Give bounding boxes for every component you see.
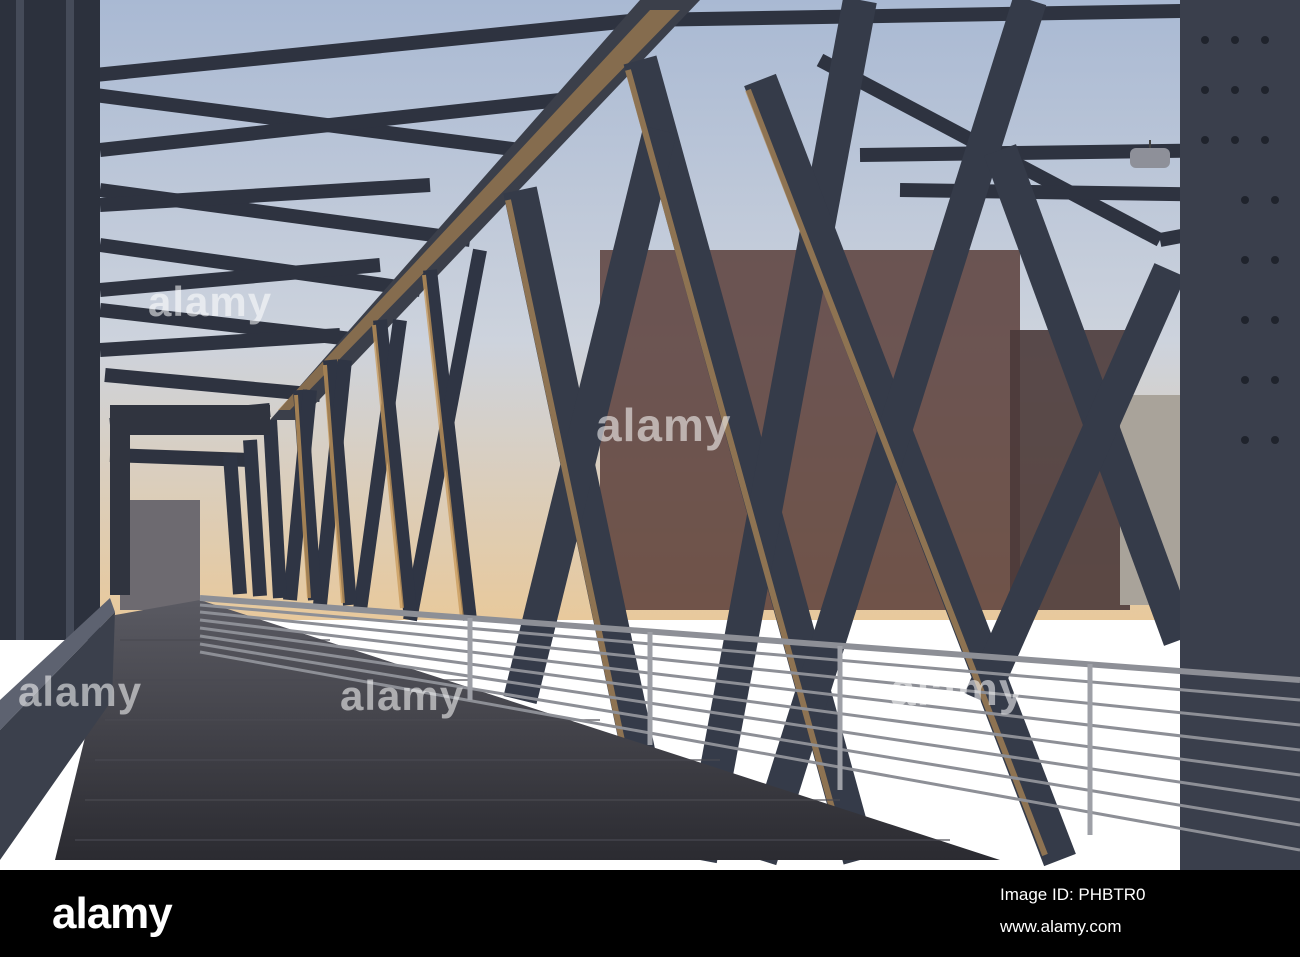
site-url[interactable]: www.alamy.com <box>1000 916 1260 938</box>
right-post <box>1180 0 1300 870</box>
alamy-logo[interactable]: alamy <box>52 888 173 940</box>
far-portal <box>110 405 270 435</box>
bridge-photo <box>0 0 1300 870</box>
bridge-scene <box>0 0 1300 870</box>
left-truss-wall <box>0 0 100 640</box>
image-id: Image ID: PHBTR0 <box>1000 885 1146 904</box>
